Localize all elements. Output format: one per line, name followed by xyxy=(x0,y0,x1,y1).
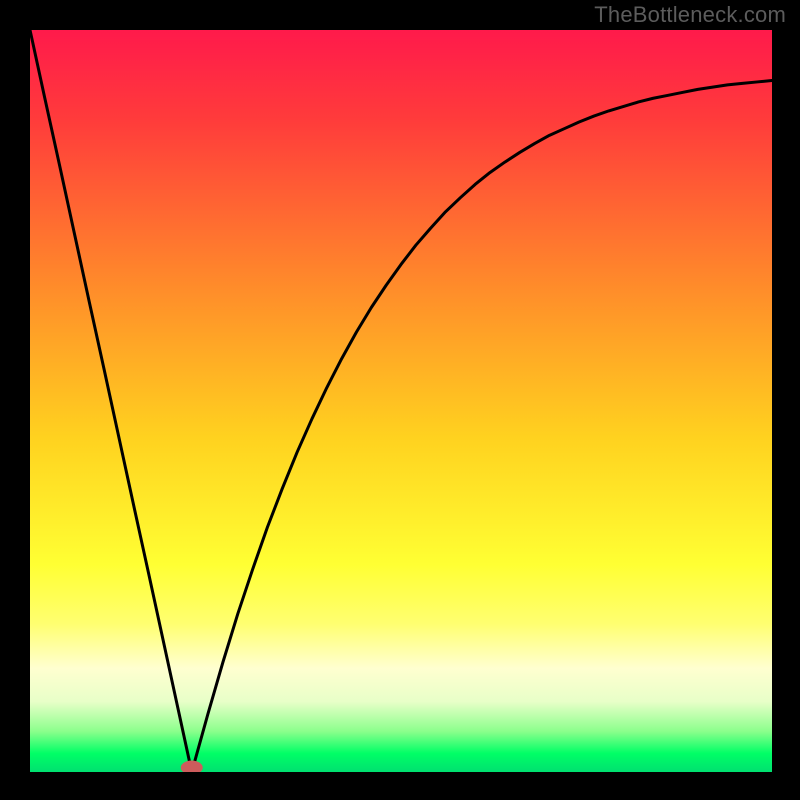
chart-frame: TheBottleneck.com xyxy=(0,0,800,800)
attribution-text: TheBottleneck.com xyxy=(594,2,786,28)
gradient-background xyxy=(30,30,772,772)
chart-svg xyxy=(0,0,800,800)
